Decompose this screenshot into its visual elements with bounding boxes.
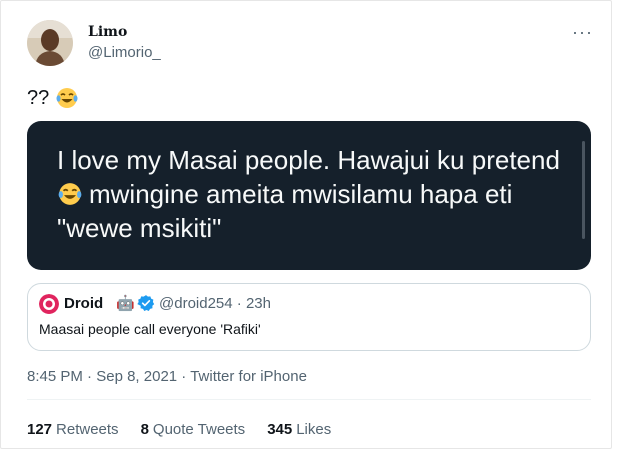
divider [27,399,591,400]
tweet-time[interactable]: 8:45 PM [27,368,83,385]
media-text-line-2-body: mwingine ameita mwisilamu hapa eti [89,179,513,209]
quote-tweets-count: 8 [140,421,149,438]
avatar[interactable] [27,20,73,66]
quote-text: Maasai people call everyone 'Rafiki' [39,321,261,337]
media-scrollbar [582,141,585,239]
laughing-emoji-icon [58,183,82,205]
quote-tweets-label: Quote Tweets [152,421,246,438]
verified-badge-icon [137,295,155,311]
quote-avatar[interactable] [39,294,59,314]
media-text-line-2: mwingine ameita mwisilamu hapa eti [57,177,567,211]
quote-handle[interactable]: @droid254 [159,295,233,312]
likes-count: 345 [267,421,293,438]
tweet-text: ?? [27,86,79,110]
retweets-stat[interactable]: 127 Retweets [27,421,119,438]
retweets-count: 127 [27,421,53,438]
tweet-date[interactable]: Sep 8, 2021 [96,368,177,385]
tweet-timestamp: 8:45 PM · Sep 8, 2021 · Twitter for iPho… [27,368,307,385]
robot-emoji-icon: 🤖 [116,295,135,312]
timestamp-separator-2: · [177,368,191,385]
quote-tweets-stat[interactable]: 8 Quote Tweets [141,421,246,438]
quote-meta: @droid254 · 23h [159,295,271,312]
timestamp-separator-1: · [82,368,97,385]
author-handle[interactable]: @Limorio_ [88,44,161,61]
tweet-source[interactable]: Twitter for iPhone [190,368,307,385]
likes-stat[interactable]: 345 Likes [267,421,331,438]
laughing-emoji-icon [56,88,78,108]
more-options-icon[interactable]: ··· [572,22,593,43]
tweet-media-image[interactable]: I love my Masai people. Hawajui ku prete… [27,121,591,270]
quoted-tweet[interactable]: Droid 🤖 @droid254 · 23h Maasai people ca… [27,283,591,351]
tweet-stats: 127 Retweets 8 Quote Tweets 345 Likes [27,421,331,438]
media-text-line-3: "wewe msikiti" [57,213,222,243]
media-text: I love my Masai people. Hawajui ku prete… [57,143,567,245]
quote-time[interactable]: 23h [246,295,271,312]
retweets-label: Retweets [56,421,119,438]
tweet-text-body: ?? [27,86,50,109]
media-text-line-1: I love my Masai people. Hawajui ku prete… [57,145,560,175]
author-name[interactable]: Limo [88,24,127,40]
quote-author-name[interactable]: Droid [64,295,103,312]
quote-separator: · [232,295,246,312]
likes-label: Likes [296,421,332,438]
